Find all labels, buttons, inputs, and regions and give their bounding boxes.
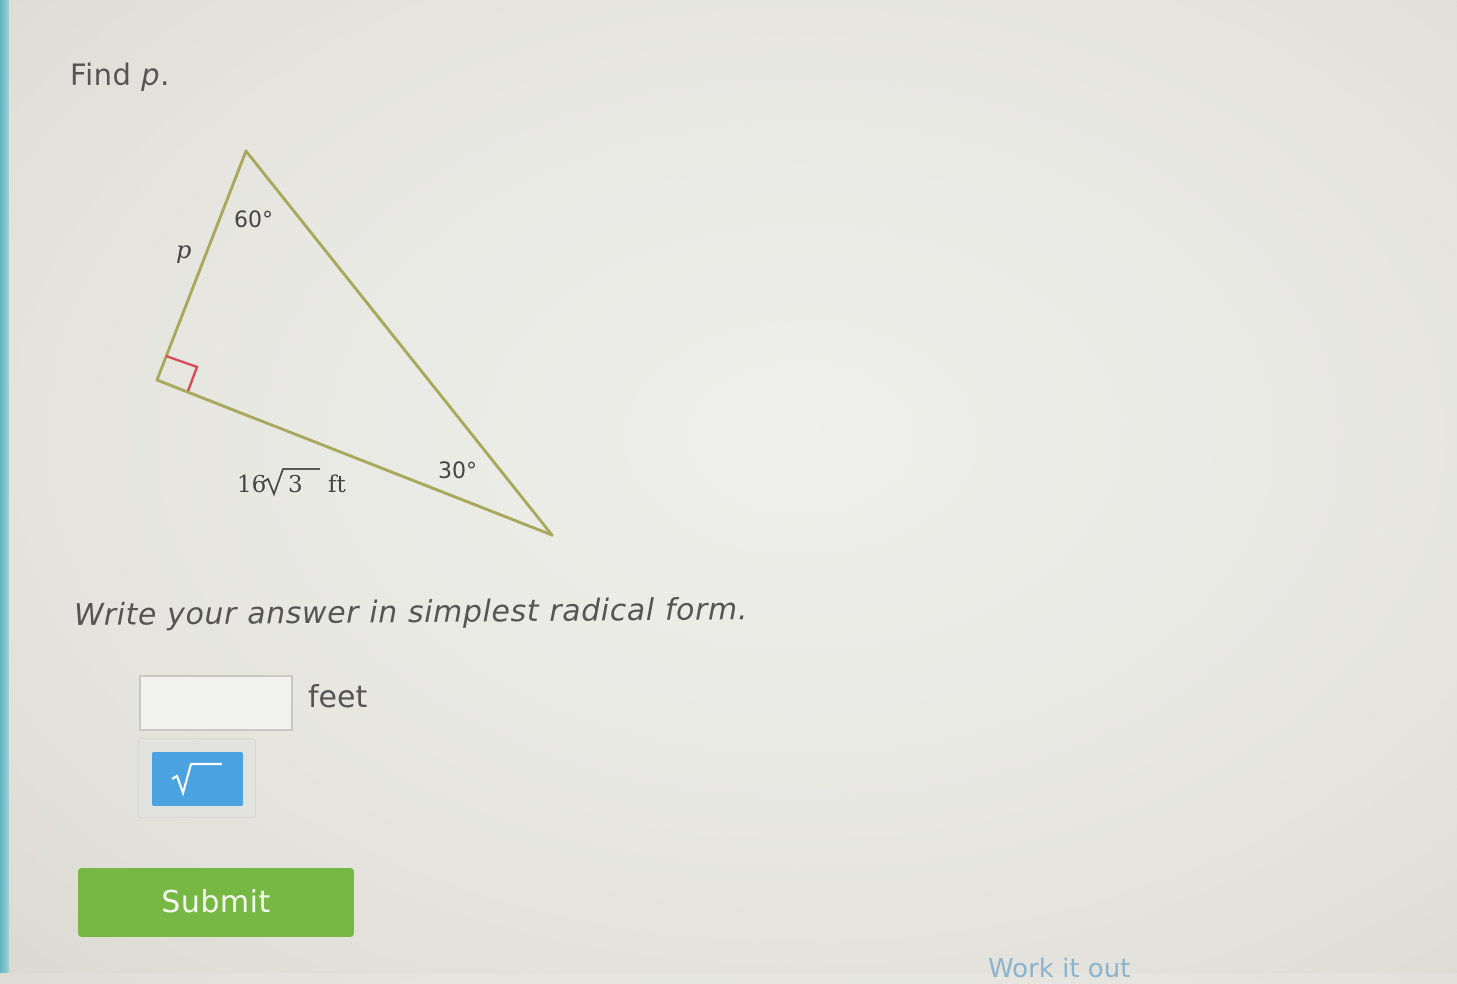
- submit-button[interactable]: Submit: [78, 868, 354, 937]
- instruction-text: Write your answer in simplest radical fo…: [73, 592, 749, 633]
- square-root-button[interactable]: [152, 752, 243, 806]
- answer-input[interactable]: [139, 675, 293, 731]
- top-angle-label: 60°: [234, 208, 273, 233]
- answer-unit-label: feet: [308, 680, 368, 715]
- base-radicand: 3: [288, 472, 303, 498]
- bottom-angle-label: 30°: [438, 459, 477, 484]
- work-it-out-link[interactable]: Work it out: [988, 954, 1130, 984]
- base-unit: ft: [328, 472, 347, 498]
- triangle-shape: [155, 149, 554, 537]
- square-root-icon: [171, 762, 222, 797]
- base-coefficient: 16: [237, 472, 266, 498]
- triangle-figure: p 60° 30° 16 3 ft: [155, 149, 554, 537]
- side-label-p: p: [176, 236, 191, 264]
- base-length-label: 16 3 ft: [237, 468, 347, 498]
